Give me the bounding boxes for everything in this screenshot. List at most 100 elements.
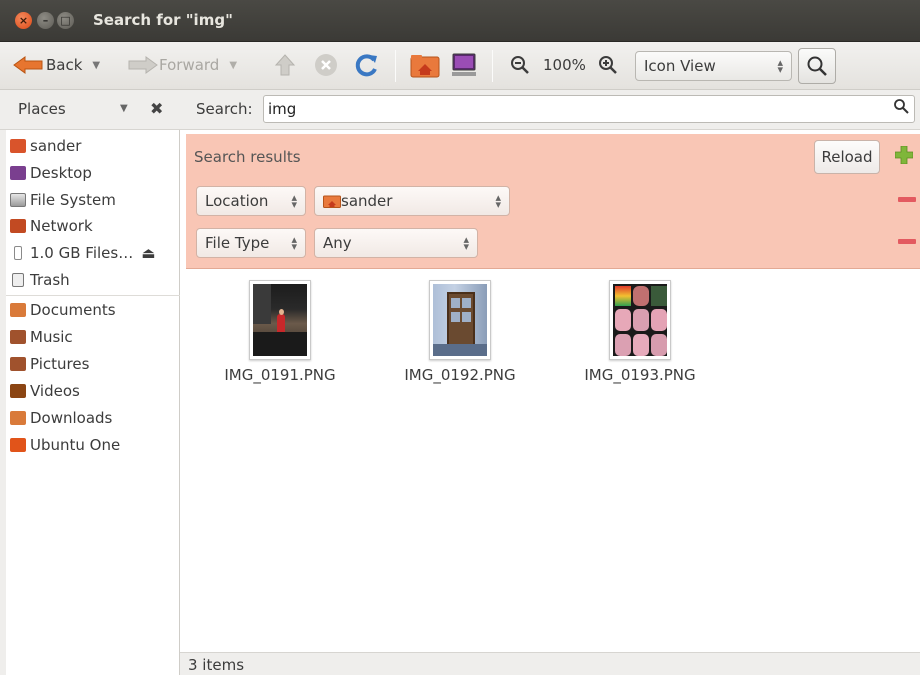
- criterion-type-label: File Type: [205, 234, 270, 252]
- forward-arrow-icon: [128, 56, 158, 74]
- sidebar-item-trash[interactable]: Trash: [10, 268, 70, 292]
- back-button[interactable]: Back ▼: [12, 52, 100, 78]
- criterion-type-select-location[interactable]: Location ▴ ▾: [196, 186, 306, 216]
- toolbar: Back ▼ Forward ▼ 100% Icon View ▴ ▾: [0, 42, 920, 90]
- up-button[interactable]: [274, 52, 296, 78]
- sidebar-item-label: Pictures: [30, 355, 90, 373]
- eject-icon[interactable]: ⏏: [141, 244, 155, 262]
- window-minimize-button[interactable]: –: [37, 12, 54, 29]
- back-label: Back: [46, 56, 83, 74]
- file-type-select[interactable]: Any ▴ ▾: [314, 228, 478, 258]
- stop-button[interactable]: [314, 52, 338, 78]
- sidebar-item-videos[interactable]: Videos: [10, 379, 80, 403]
- search-icon: [807, 56, 827, 76]
- sidebar-item-sander[interactable]: sander: [10, 134, 81, 158]
- drive-icon: [10, 193, 26, 207]
- zoom-in-button[interactable]: [598, 52, 618, 78]
- sidebar-item-file-system[interactable]: File System: [10, 188, 116, 212]
- sidebar-item-1-0-gb-files[interactable]: 1.0 GB Files… ⏏: [10, 241, 155, 265]
- search-toggle-button[interactable]: [798, 48, 836, 84]
- sidebar-item-label: File System: [30, 191, 116, 209]
- usb-drive-icon: [14, 246, 22, 260]
- image-thumbnail: [249, 280, 311, 360]
- file-view: IMG_0191.PNG IMG_0192.PNG IMG_0193.PNG: [186, 270, 920, 652]
- zoom-out-icon: [511, 56, 529, 74]
- up-arrow-icon: [274, 54, 296, 76]
- sidebar-item-label: 1.0 GB Files…: [30, 244, 134, 262]
- window-maximize-button[interactable]: □: [57, 12, 74, 29]
- zoom-level[interactable]: 100%: [543, 52, 586, 78]
- places-header: Places ▼ ✖: [0, 90, 180, 130]
- ubuntu-one-folder-icon: [10, 438, 26, 452]
- sidebar-item-music[interactable]: Music: [10, 325, 73, 349]
- places-label: Places: [18, 100, 66, 118]
- sidebar-item-network[interactable]: Network: [10, 214, 93, 238]
- title-bar: × – □ Search for "img": [0, 0, 920, 42]
- sidebar-item-label: Downloads: [30, 409, 113, 427]
- reload-icon: [355, 54, 377, 77]
- back-history-dropdown-icon[interactable]: ▼: [92, 60, 100, 71]
- search-label: Search:: [196, 100, 253, 118]
- back-arrow-icon: [13, 56, 43, 74]
- criterion-type-label: Location: [205, 192, 269, 210]
- window-title: Search for "img": [93, 11, 233, 29]
- documents-folder-icon: [10, 303, 26, 317]
- spinner-arrows-icon: ▴ ▾: [291, 233, 297, 253]
- network-icon: [10, 219, 26, 233]
- spinner-arrows-icon: ▴ ▾: [463, 233, 469, 253]
- zoom-out-button[interactable]: [510, 52, 530, 78]
- computer-icon: [452, 53, 476, 76]
- forward-button[interactable]: Forward ▼: [127, 52, 237, 78]
- music-folder-icon: [10, 330, 26, 344]
- close-sidebar-icon[interactable]: ✖: [150, 99, 163, 118]
- search-input[interactable]: [263, 95, 915, 123]
- remove-criterion-filetype-button[interactable]: [898, 239, 916, 244]
- remove-criterion-location-button[interactable]: [898, 197, 916, 202]
- location-select[interactable]: sander ▴ ▾: [314, 186, 510, 216]
- pictures-folder-icon: [10, 357, 26, 371]
- sidebar-item-label: Trash: [30, 271, 70, 289]
- sidebar-item-label: Music: [30, 328, 73, 346]
- forward-history-dropdown-icon[interactable]: ▼: [229, 60, 237, 71]
- view-mode-value: Icon View: [644, 57, 716, 75]
- reload-search-button[interactable]: Reload: [814, 140, 880, 174]
- file-name: IMG_0193.PNG: [584, 366, 696, 384]
- file-name: IMG_0192.PNG: [404, 366, 516, 384]
- sidebar-item-downloads[interactable]: Downloads: [10, 406, 112, 430]
- sidebar-item-documents[interactable]: Documents: [10, 298, 116, 322]
- stop-icon: [315, 54, 337, 76]
- file-name: IMG_0191.PNG: [224, 366, 336, 384]
- sidebar-item-ubuntu-one[interactable]: Ubuntu One: [10, 433, 120, 457]
- spinner-arrows-icon: ▴ ▾: [777, 56, 783, 76]
- location-value: sander: [341, 192, 393, 210]
- plus-icon: [894, 145, 914, 165]
- view-mode-select[interactable]: Icon View ▴ ▾: [635, 51, 792, 81]
- item-count: 3 items: [188, 656, 245, 674]
- add-criterion-button[interactable]: [894, 145, 914, 165]
- videos-folder-icon: [10, 384, 26, 398]
- sidebar-item-label: Videos: [30, 382, 80, 400]
- home-folder-icon: [10, 139, 26, 153]
- home-folder-icon: [323, 195, 341, 208]
- sidebar-item-pictures[interactable]: Pictures: [10, 352, 89, 376]
- places-dropdown-icon[interactable]: ▼: [120, 103, 128, 114]
- computer-button[interactable]: [450, 52, 478, 78]
- reload-button[interactable]: [354, 52, 380, 78]
- criterion-type-select-filetype[interactable]: File Type ▴ ▾: [196, 228, 306, 258]
- sidebar-divider: [6, 295, 180, 296]
- file-item[interactable]: IMG_0193.PNG: [565, 280, 715, 384]
- search-bar: Search:: [180, 90, 920, 130]
- home-button[interactable]: [410, 52, 440, 78]
- status-bar: 3 items: [180, 652, 920, 675]
- zoom-in-icon: [599, 56, 617, 74]
- desktop-icon: [10, 166, 26, 180]
- sidebar-item-label: Documents: [30, 301, 116, 319]
- sidebar-item-label: Network: [30, 217, 93, 235]
- search-field-icon[interactable]: [893, 98, 909, 118]
- file-item[interactable]: IMG_0191.PNG: [205, 280, 355, 384]
- sidebar-item-desktop[interactable]: Desktop: [10, 161, 92, 185]
- window-close-button[interactable]: ×: [15, 12, 32, 29]
- sidebar-item-label: Ubuntu One: [30, 436, 121, 454]
- file-item[interactable]: IMG_0192.PNG: [385, 280, 535, 384]
- spinner-arrows-icon: ▴ ▾: [291, 191, 297, 211]
